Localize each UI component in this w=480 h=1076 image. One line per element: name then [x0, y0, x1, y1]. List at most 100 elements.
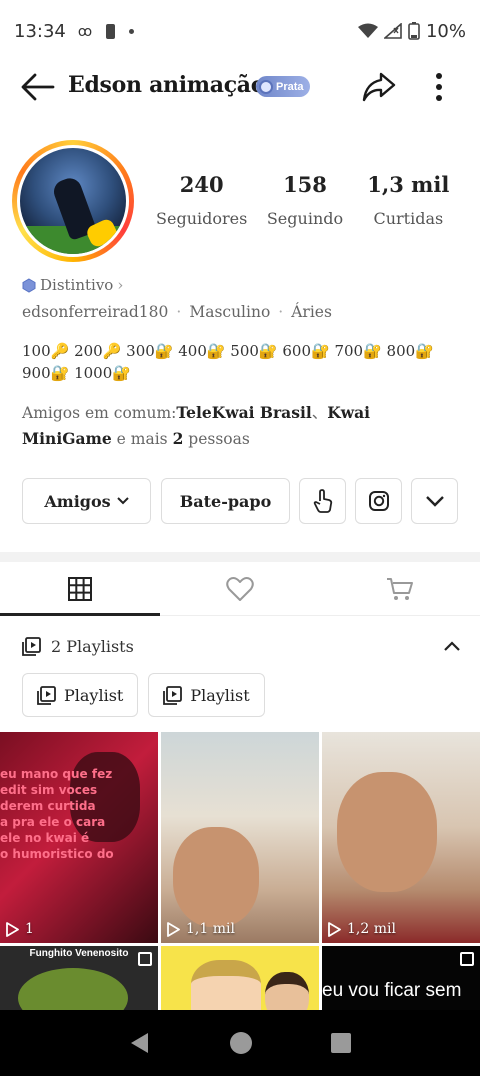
more-vertical-icon	[436, 73, 442, 101]
mutual-suffix: e mais	[111, 430, 173, 448]
profile-stats: 240 Seguidores 158 Seguindo 1,3 mil Curt…	[150, 172, 460, 228]
friends-button[interactable]: Amigos	[22, 478, 151, 524]
profile-bio: 100🔑 200🔑 300🔐 400🔐 500🔐 600🔐 700🔐 800🔐 …	[22, 340, 462, 384]
playlist-icon	[163, 685, 183, 705]
stat-followers[interactable]: 240 Seguidores	[150, 172, 253, 228]
tab-shop[interactable]	[320, 562, 480, 615]
chevron-down-icon	[425, 495, 444, 507]
separator-dot: ·	[176, 303, 182, 321]
notification-icon: ꝏ	[77, 22, 93, 39]
stat-following[interactable]: 158 Seguindo	[253, 172, 356, 228]
chat-label: Bate-papo	[179, 491, 272, 511]
battery-percent: 10%	[425, 20, 466, 42]
playlist-button[interactable]: Playlist	[22, 673, 139, 717]
expand-button[interactable]	[411, 478, 458, 524]
view-count: 1,1 mil	[186, 921, 235, 937]
distintivo-label: Distintivo	[40, 276, 114, 294]
video-views: 1,1 mil	[167, 921, 235, 937]
stat-likes[interactable]: 1,3 mil Curtidas	[357, 172, 460, 228]
nav-back-icon[interactable]	[128, 1031, 152, 1055]
play-icon	[6, 921, 19, 937]
play-icon	[167, 921, 180, 937]
video-thumbnail[interactable]: 1,2 mil	[322, 732, 480, 943]
badge-icon	[259, 79, 273, 94]
video-title: Funghito Venenosito	[29, 948, 129, 959]
video-overlay-text: eu mano que fez edit sim voces derem cur…	[0, 767, 114, 861]
video-thumbnail[interactable]: eu vou ficar sem	[322, 946, 480, 1012]
username: edsonferreirad180	[22, 303, 169, 321]
status-bar: 13:34 ꝏ 10%	[0, 0, 480, 62]
avatar-image	[17, 145, 129, 257]
tap-button[interactable]	[299, 478, 346, 524]
dot-icon	[129, 28, 135, 34]
mutual-friend: TeleKwai Brasil	[176, 403, 312, 422]
nav-home-icon[interactable]	[229, 1031, 253, 1055]
multi-image-icon	[460, 952, 474, 966]
stat-label: Seguindo	[266, 209, 344, 228]
hand-pointer-icon	[313, 489, 332, 513]
heart-icon	[226, 576, 254, 601]
section-divider	[0, 552, 480, 562]
video-grid: eu mano que fez edit sim voces derem cur…	[0, 732, 480, 1012]
status-badge[interactable]: Prata	[256, 76, 310, 97]
view-count: 1,2 mil	[347, 921, 396, 937]
mutual-suffix: pessoas	[183, 430, 250, 448]
mutual-count: 2	[172, 429, 184, 448]
mutual-friends[interactable]: Amigos em comum:TeleKwai Brasil、Kwai Min…	[22, 400, 462, 452]
playlist-list: Playlist Playlist	[22, 673, 265, 717]
share-icon	[362, 72, 396, 102]
chevron-down-icon	[116, 497, 129, 505]
bio-line: 900🔐 1000🔐	[22, 364, 131, 382]
playlist-icon	[22, 636, 41, 656]
profile-actions: Amigos Bate-papo	[22, 478, 458, 524]
video-subtitle: eu vou ficar sem	[322, 980, 462, 1001]
profile-meta: edsonferreirad180 · Masculino · Áries	[22, 303, 332, 321]
cart-icon	[387, 577, 413, 600]
stat-value: 240	[179, 172, 224, 197]
badge-label: Prata	[276, 80, 304, 93]
playlist-label: Playlist	[64, 685, 124, 705]
instagram-button[interactable]	[355, 478, 402, 524]
profile-name: Edson animação	[68, 72, 266, 98]
video-thumbnail[interactable]: eu mano que fez edit sim voces derem cur…	[0, 732, 158, 943]
playlist-count: 2 Playlists	[51, 636, 134, 656]
playlist-section-header[interactable]: 2 Playlists	[22, 632, 460, 660]
separator-dot: ·	[278, 303, 284, 321]
back-button[interactable]	[18, 70, 58, 104]
avatar[interactable]	[12, 140, 134, 262]
video-thumbnail[interactable]: Funghito Venenosito	[0, 946, 158, 1012]
arrow-left-icon	[21, 73, 55, 101]
bio-line: 100🔑 200🔑 300🔐 400🔐 500🔐 600🔐 700🔐 800🔐	[22, 342, 434, 360]
video-views: 1,2 mil	[328, 921, 396, 937]
tab-likes[interactable]	[160, 562, 320, 615]
chat-button[interactable]: Bate-papo	[161, 478, 290, 524]
system-nav-bar	[0, 1010, 480, 1076]
grid-icon	[68, 576, 92, 601]
playlist-label: Playlist	[190, 685, 250, 705]
profile-header: Edson animação Prata	[0, 62, 480, 112]
video-thumbnail[interactable]	[161, 946, 319, 1012]
video-views: 1	[6, 921, 34, 937]
distintivo-link[interactable]: Distintivo ›	[22, 276, 123, 294]
nav-recents-icon[interactable]	[330, 1032, 352, 1054]
video-thumbnail[interactable]: 1,1 mil	[161, 732, 319, 943]
stat-value: 1,3 mil	[367, 172, 450, 197]
wifi-icon	[357, 23, 378, 38]
share-button[interactable]	[360, 68, 398, 106]
mutual-prefix: Amigos em comum:	[22, 404, 177, 422]
chevron-up-icon[interactable]	[444, 641, 460, 651]
stat-value: 158	[283, 172, 327, 197]
playlist-icon	[37, 685, 56, 705]
more-options-button[interactable]	[424, 68, 454, 106]
mutual-separator: 、	[311, 404, 328, 422]
status-time: 13:34	[14, 20, 66, 42]
multi-image-icon	[138, 952, 152, 966]
chevron-right-icon: ›	[117, 276, 124, 294]
tab-videos[interactable]	[0, 562, 160, 616]
hexagon-badge-icon	[22, 277, 36, 293]
stat-label: Curtidas	[373, 209, 444, 228]
stat-label: Seguidores	[156, 209, 248, 228]
signal-icon	[383, 23, 402, 39]
playlist-button[interactable]: Playlist	[148, 673, 265, 717]
play-icon	[328, 921, 341, 937]
